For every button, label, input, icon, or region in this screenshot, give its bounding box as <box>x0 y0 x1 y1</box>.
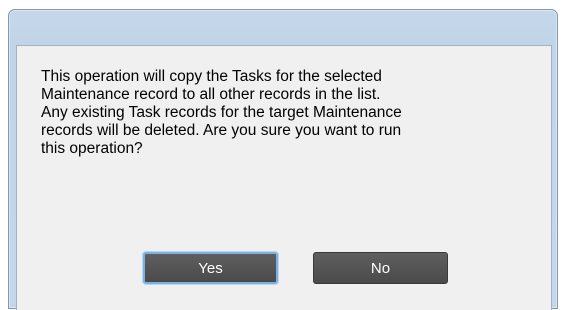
yes-button[interactable]: Yes <box>143 252 278 284</box>
yes-button-label: Yes <box>198 259 223 277</box>
no-button-label: No <box>370 259 391 277</box>
no-button[interactable]: No <box>313 252 448 284</box>
confirmation-message: This operation will copy the Tasks for t… <box>41 68 402 157</box>
dialog-body: This operation will copy the Tasks for t… <box>16 45 552 310</box>
confirmation-dialog: This operation will copy the Tasks for t… <box>8 9 558 310</box>
title-bar[interactable] <box>9 10 557 44</box>
